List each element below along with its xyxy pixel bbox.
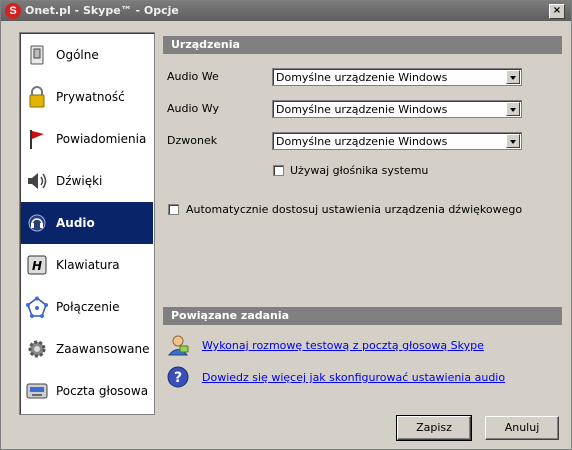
sidebar-item-notifications[interactable]: Powiadomienia: [21, 118, 153, 160]
sidebar-item-label: Audio: [56, 216, 95, 230]
keyboard-key-icon: H: [26, 254, 48, 276]
headset-icon: [26, 212, 48, 234]
cancel-button[interactable]: Anuluj: [485, 416, 559, 440]
test-call-link[interactable]: Wykonaj rozmowę testową z pocztą głosową…: [202, 339, 484, 352]
audio-in-label: Audio We: [167, 70, 219, 83]
network-icon: [26, 296, 48, 318]
audio-out-value: Domyślne urządzenie Windows: [276, 103, 448, 116]
system-speaker-label: Używaj głośnika systemu: [290, 164, 429, 177]
skype-app-icon: S: [5, 3, 21, 19]
audio-in-value: Domyślne urządzenie Windows: [276, 71, 448, 84]
auto-adjust-checkbox[interactable]: [168, 204, 179, 215]
help-audio-link[interactable]: Dowiedz się więcej jak skonfigurować ust…: [202, 371, 505, 384]
save-button[interactable]: Zapisz: [396, 415, 472, 441]
chevron-down-icon[interactable]: [506, 70, 520, 84]
help-icon: ?: [167, 366, 189, 388]
sidebar-item-label: Połączenie: [56, 300, 120, 314]
sidebar-item-voicemail[interactable]: Poczta głosowa: [21, 370, 153, 412]
audio-out-label: Audio Wy: [167, 102, 219, 115]
padlock-icon: [26, 86, 48, 108]
sidebar-item-label: Dźwięki: [56, 174, 103, 188]
sidebar-item-label: Prywatność: [56, 90, 125, 104]
svg-text:H: H: [32, 259, 42, 273]
sidebar-item-audio[interactable]: Audio: [21, 202, 153, 244]
system-speaker-checkbox[interactable]: [273, 165, 284, 176]
chevron-down-icon[interactable]: [506, 102, 520, 116]
svg-text:?: ?: [174, 370, 182, 386]
close-button[interactable]: ×: [549, 4, 565, 19]
sidebar-item-sounds[interactable]: Dźwięki: [21, 160, 153, 202]
options-sidebar: Ogólne Prywatność Powiadomienia Dźwięki …: [19, 32, 155, 415]
sidebar-item-label: Zaawansowane: [56, 342, 150, 356]
sidebar-item-connection[interactable]: Połączenie: [21, 286, 153, 328]
general-switch-icon: [26, 44, 48, 66]
ringer-select[interactable]: Domyślne urządzenie Windows: [272, 132, 522, 150]
auto-adjust-label: Automatycznie dostosuj ustawienia urządz…: [186, 203, 523, 216]
voicemail-contact-icon: [167, 334, 189, 356]
title-bar[interactable]: S Onet.pl - Skype™ - Opcje ×: [1, 1, 571, 21]
sidebar-item-label: Ogólne: [56, 48, 99, 62]
sidebar-item-keyboard[interactable]: H Klawiatura: [21, 244, 153, 286]
sidebar-item-label: Poczta głosowa: [56, 384, 149, 398]
ringer-value: Domyślne urządzenie Windows: [276, 135, 448, 148]
chevron-down-icon[interactable]: [506, 134, 520, 148]
speaker-icon: [26, 170, 48, 192]
ringer-label: Dzwonek: [167, 134, 218, 147]
sidebar-item-label: Klawiatura: [56, 258, 120, 272]
options-window: S Onet.pl - Skype™ - Opcje × Ogólne Pryw…: [0, 0, 572, 450]
gear-icon: [26, 338, 48, 360]
red-flag-icon: [26, 128, 48, 150]
sidebar-item-advanced[interactable]: Zaawansowane: [21, 328, 153, 370]
window-title: Onet.pl - Skype™ - Opcje: [25, 4, 179, 17]
audio-in-select[interactable]: Domyślne urządzenie Windows: [272, 68, 522, 86]
sidebar-item-general[interactable]: Ogólne: [21, 34, 153, 76]
sidebar-item-privacy[interactable]: Prywatność: [21, 76, 153, 118]
devices-section-header: Urządzenia: [163, 36, 562, 54]
audio-out-select[interactable]: Domyślne urządzenie Windows: [272, 100, 522, 118]
related-tasks-section-header: Powiązane zadania: [163, 307, 562, 325]
sidebar-item-label: Powiadomienia: [56, 132, 147, 146]
voicemail-icon: [26, 380, 48, 402]
